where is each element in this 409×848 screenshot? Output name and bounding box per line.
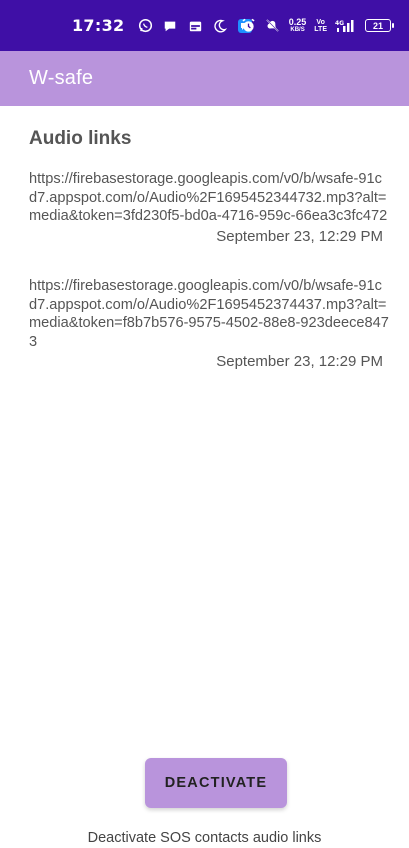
footer-caption: Deactivate SOS contacts audio links [87,830,322,846]
signal-icon: 4G [335,18,357,34]
battery-icon: 21 [365,19,394,32]
volte-bottom: LTE [314,25,327,33]
audio-link-item[interactable]: https://firebasestorage.googleapis.com/v… [29,277,389,371]
chat-bubble-icon [162,18,178,34]
volte-indicator: Vo LTE [314,19,327,33]
status-time: 17:32 [72,16,125,35]
mute-icon [265,18,281,34]
status-right: 0.25 KB/S Vo LTE 4G 21 [241,0,394,51]
moon-icon [212,18,228,34]
svg-text:4G: 4G [335,20,344,27]
net-speed-value: 0.25 [288,16,307,27]
audio-link-item[interactable]: https://firebasestorage.googleapis.com/v… [29,170,389,246]
calendar-icon [187,18,203,34]
section-title: Audio links [29,128,132,149]
audio-link-url[interactable]: https://firebasestorage.googleapis.com/v… [29,277,389,351]
app-bar: W-safe [0,51,409,106]
net-speed: 0.25 KB/S [288,16,307,34]
alarm-icon [241,18,257,34]
whatsapp-icon [137,18,153,34]
deactivate-button[interactable]: DEACTIVATE [145,758,287,808]
volte-top: Vo [316,18,325,26]
app-title: W-safe [29,67,94,89]
audio-link-date: September 23, 12:29 PM [216,227,383,245]
net-speed-unit: KB/S [290,26,305,33]
status-bar: 17:32 0.25 KB/S Vo LTE 4G 21 [0,0,409,51]
audio-link-date: September 23, 12:29 PM [216,353,383,371]
audio-link-url[interactable]: https://firebasestorage.googleapis.com/v… [29,170,389,226]
